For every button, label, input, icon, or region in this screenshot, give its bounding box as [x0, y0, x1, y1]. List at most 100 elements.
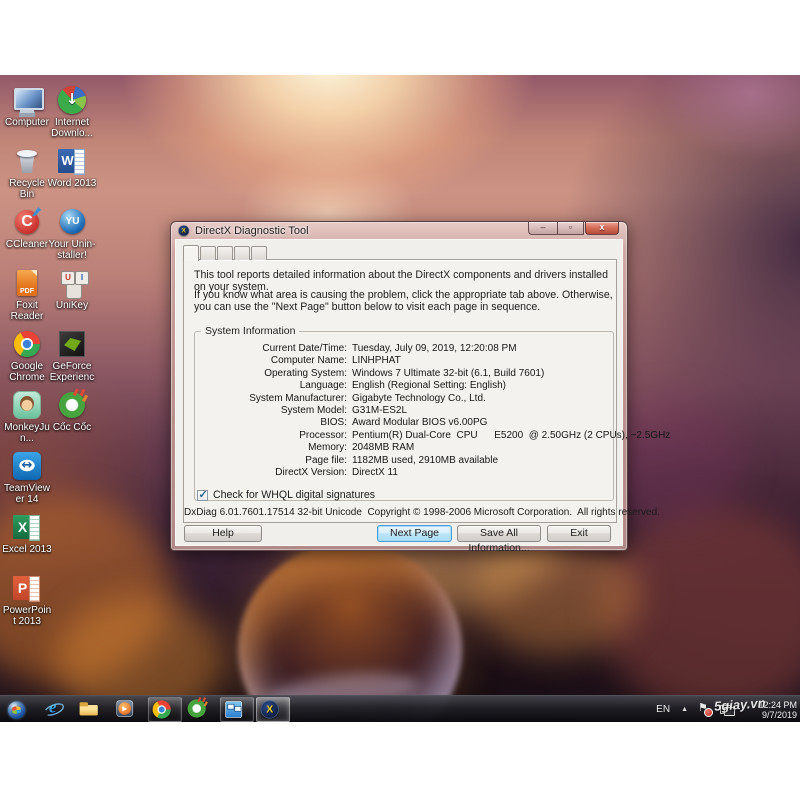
desktop-icon-word[interactable]: Word 2013 [47, 145, 97, 206]
desktop-icon-coccoc[interactable]: Cốc Cốc [47, 389, 97, 450]
tab-input[interactable] [251, 246, 267, 260]
clock[interactable]: 12:24 PM 9/7/2019 [743, 700, 797, 720]
groupbox-title: System Information [201, 325, 299, 337]
desktop-icon-powerpoint[interactable]: PowerPoint 2013 [2, 572, 52, 633]
whql-checkbox-row[interactable]: Check for WHQL digital signatures [197, 489, 375, 501]
tab-sound2[interactable] [234, 246, 250, 260]
desktop-icon-label: MonkeyJun... [2, 422, 52, 444]
desktop-icon-label: Google Chrome [2, 361, 52, 383]
language-indicator[interactable]: EN [651, 702, 675, 717]
desktop-icon-column-1: Computer Recycle Bin CCleaner Foxit Read… [2, 84, 52, 633]
taskbar-item-explorer[interactable] [76, 697, 110, 722]
info-value: 2048MB RAM [352, 442, 414, 454]
next-page-button[interactable]: Next Page [377, 525, 452, 542]
network-icon[interactable] [719, 703, 735, 717]
taskbar-item-display[interactable] [220, 697, 254, 722]
windows-start-icon [5, 699, 28, 722]
desktop-icon-label: Word 2013 [47, 178, 97, 189]
info-value: DirectX 11 [352, 467, 398, 479]
system-info-row: DirectX Version: DirectX 11 [195, 467, 609, 479]
tab-display[interactable] [200, 246, 216, 260]
desktop-icon-idm[interactable]: Internet Downlo... [47, 84, 97, 145]
help-button[interactable]: Help [184, 525, 262, 542]
whql-checkbox-label: Check for WHQL digital signatures [213, 489, 375, 501]
app-icon [56, 84, 88, 116]
system-info-row: System Manufacturer: Gigabyte Technology… [195, 393, 609, 405]
desktop-icon-excel[interactable]: Excel 2013 [2, 511, 52, 572]
app-icon [56, 145, 88, 177]
tab-system[interactable] [183, 245, 199, 261]
app-icon [56, 389, 88, 421]
taskbar-item-ie[interactable] [40, 697, 74, 722]
desktop-icon-label: TeamViewer 14 [2, 483, 52, 505]
taskbar-item-chrome[interactable] [148, 697, 182, 722]
desktop-icon-monkey-junior[interactable]: MonkeyJun... [2, 389, 52, 450]
desktop-icon-label: Internet Downlo... [47, 117, 97, 139]
desktop-icon-label: Cốc Cốc [47, 422, 97, 433]
system-tray: EN ▲ 12:24 PM 9/7/2019 [651, 696, 797, 722]
app-icon [11, 84, 43, 116]
system-info-row: Memory: 2048MB RAM [195, 442, 609, 454]
desktop-icon-label: Foxit Reader [2, 300, 52, 322]
desktop-icon-ccleaner[interactable]: CCleaner [2, 206, 52, 267]
taskbar-app-icon [78, 697, 100, 719]
info-label: BIOS: [195, 417, 347, 429]
info-value: Award Modular BIOS v6.00PG [352, 417, 487, 429]
desktop-icon-label: Your Unin-staller! [47, 239, 97, 261]
app-icon [11, 145, 43, 177]
exit-button[interactable]: Exit [547, 525, 611, 542]
info-value: English (Regional Setting: English) [352, 380, 506, 392]
taskbar-item-dxdiag[interactable] [256, 697, 290, 722]
desktop-icon-label: PowerPoint 2013 [2, 605, 52, 627]
tab-sound1[interactable] [217, 246, 233, 260]
whql-checkbox[interactable] [197, 490, 208, 501]
info-label: System Model: [195, 405, 347, 417]
desktop-icon-computer[interactable]: Computer [2, 84, 52, 145]
taskbar: EN ▲ 12:24 PM 9/7/2019 [0, 695, 800, 722]
desktop-icon-unikey[interactable]: UniKey [47, 267, 97, 328]
info-label: Operating System: [195, 368, 347, 380]
clock-time: 12:24 PM [743, 700, 797, 710]
close-button[interactable]: x [585, 222, 619, 235]
taskbar-item-coccoc[interactable] [184, 697, 218, 722]
show-hidden-icons-icon[interactable]: ▲ [675, 706, 694, 713]
start-button[interactable] [5, 698, 35, 721]
desktop-icon-label: UniKey [47, 300, 97, 311]
taskbar-item-wmp[interactable] [112, 697, 146, 722]
desktop-icon-column-2: Internet Downlo... Word 2013 Your Unin-s… [47, 84, 97, 450]
maximize-button[interactable]: ▫ [557, 222, 584, 235]
tab-strip [183, 245, 268, 260]
bokeh-light [600, 505, 800, 715]
desktop-icon-geforce[interactable]: GeForce Experience [47, 328, 97, 389]
action-center-flag-icon[interactable] [698, 703, 711, 717]
system-info-row: Language: English (Regional Setting: Eng… [195, 380, 609, 392]
desktop-icon-recycle-bin[interactable]: Recycle Bin [2, 145, 52, 206]
info-value: Windows 7 Ultimate 32-bit (6.1, Build 76… [352, 368, 544, 380]
info-label: Computer Name: [195, 355, 347, 367]
save-all-information-button[interactable]: Save All Information... [457, 525, 541, 542]
window-client-area: This tool reports detailed information a… [175, 239, 623, 546]
taskbar-app-icon [223, 698, 245, 720]
desktop-icon-label: Computer [2, 117, 52, 128]
desktop-icon-foxit-reader[interactable]: Foxit Reader [2, 267, 52, 328]
info-label: DirectX Version: [195, 467, 347, 479]
info-label: Page file: [195, 455, 347, 467]
app-icon [56, 267, 88, 299]
system-info-row: System Model: G31M-ES2L [195, 405, 609, 417]
taskbar-app-icon [114, 697, 136, 719]
desktop-icon-teamviewer[interactable]: TeamViewer 14 [2, 450, 52, 511]
window-title: DirectX Diagnostic Tool [195, 225, 309, 237]
system-info-row: Operating System: Windows 7 Ultimate 32-… [195, 368, 609, 380]
info-label: Processor: [195, 430, 347, 442]
taskbar-app-icon [151, 698, 173, 720]
info-value: Tuesday, July 09, 2019, 12:20:08 PM [352, 343, 517, 355]
dxdiag-icon [177, 224, 190, 237]
caption-buttons: – ▫ x [528, 222, 619, 235]
desktop-icon-your-uninstaller[interactable]: Your Unin-staller! [47, 206, 97, 267]
desktop-icon-chrome[interactable]: Google Chrome [2, 328, 52, 389]
taskbar-items [40, 697, 292, 722]
minimize-button[interactable]: – [528, 222, 557, 235]
desktop-icon-label: Excel 2013 [2, 544, 52, 555]
taskbar-app-icon [42, 697, 64, 719]
info-value: Pentium(R) Dual-Core CPU E5200 @ 2.50GHz… [352, 430, 670, 442]
